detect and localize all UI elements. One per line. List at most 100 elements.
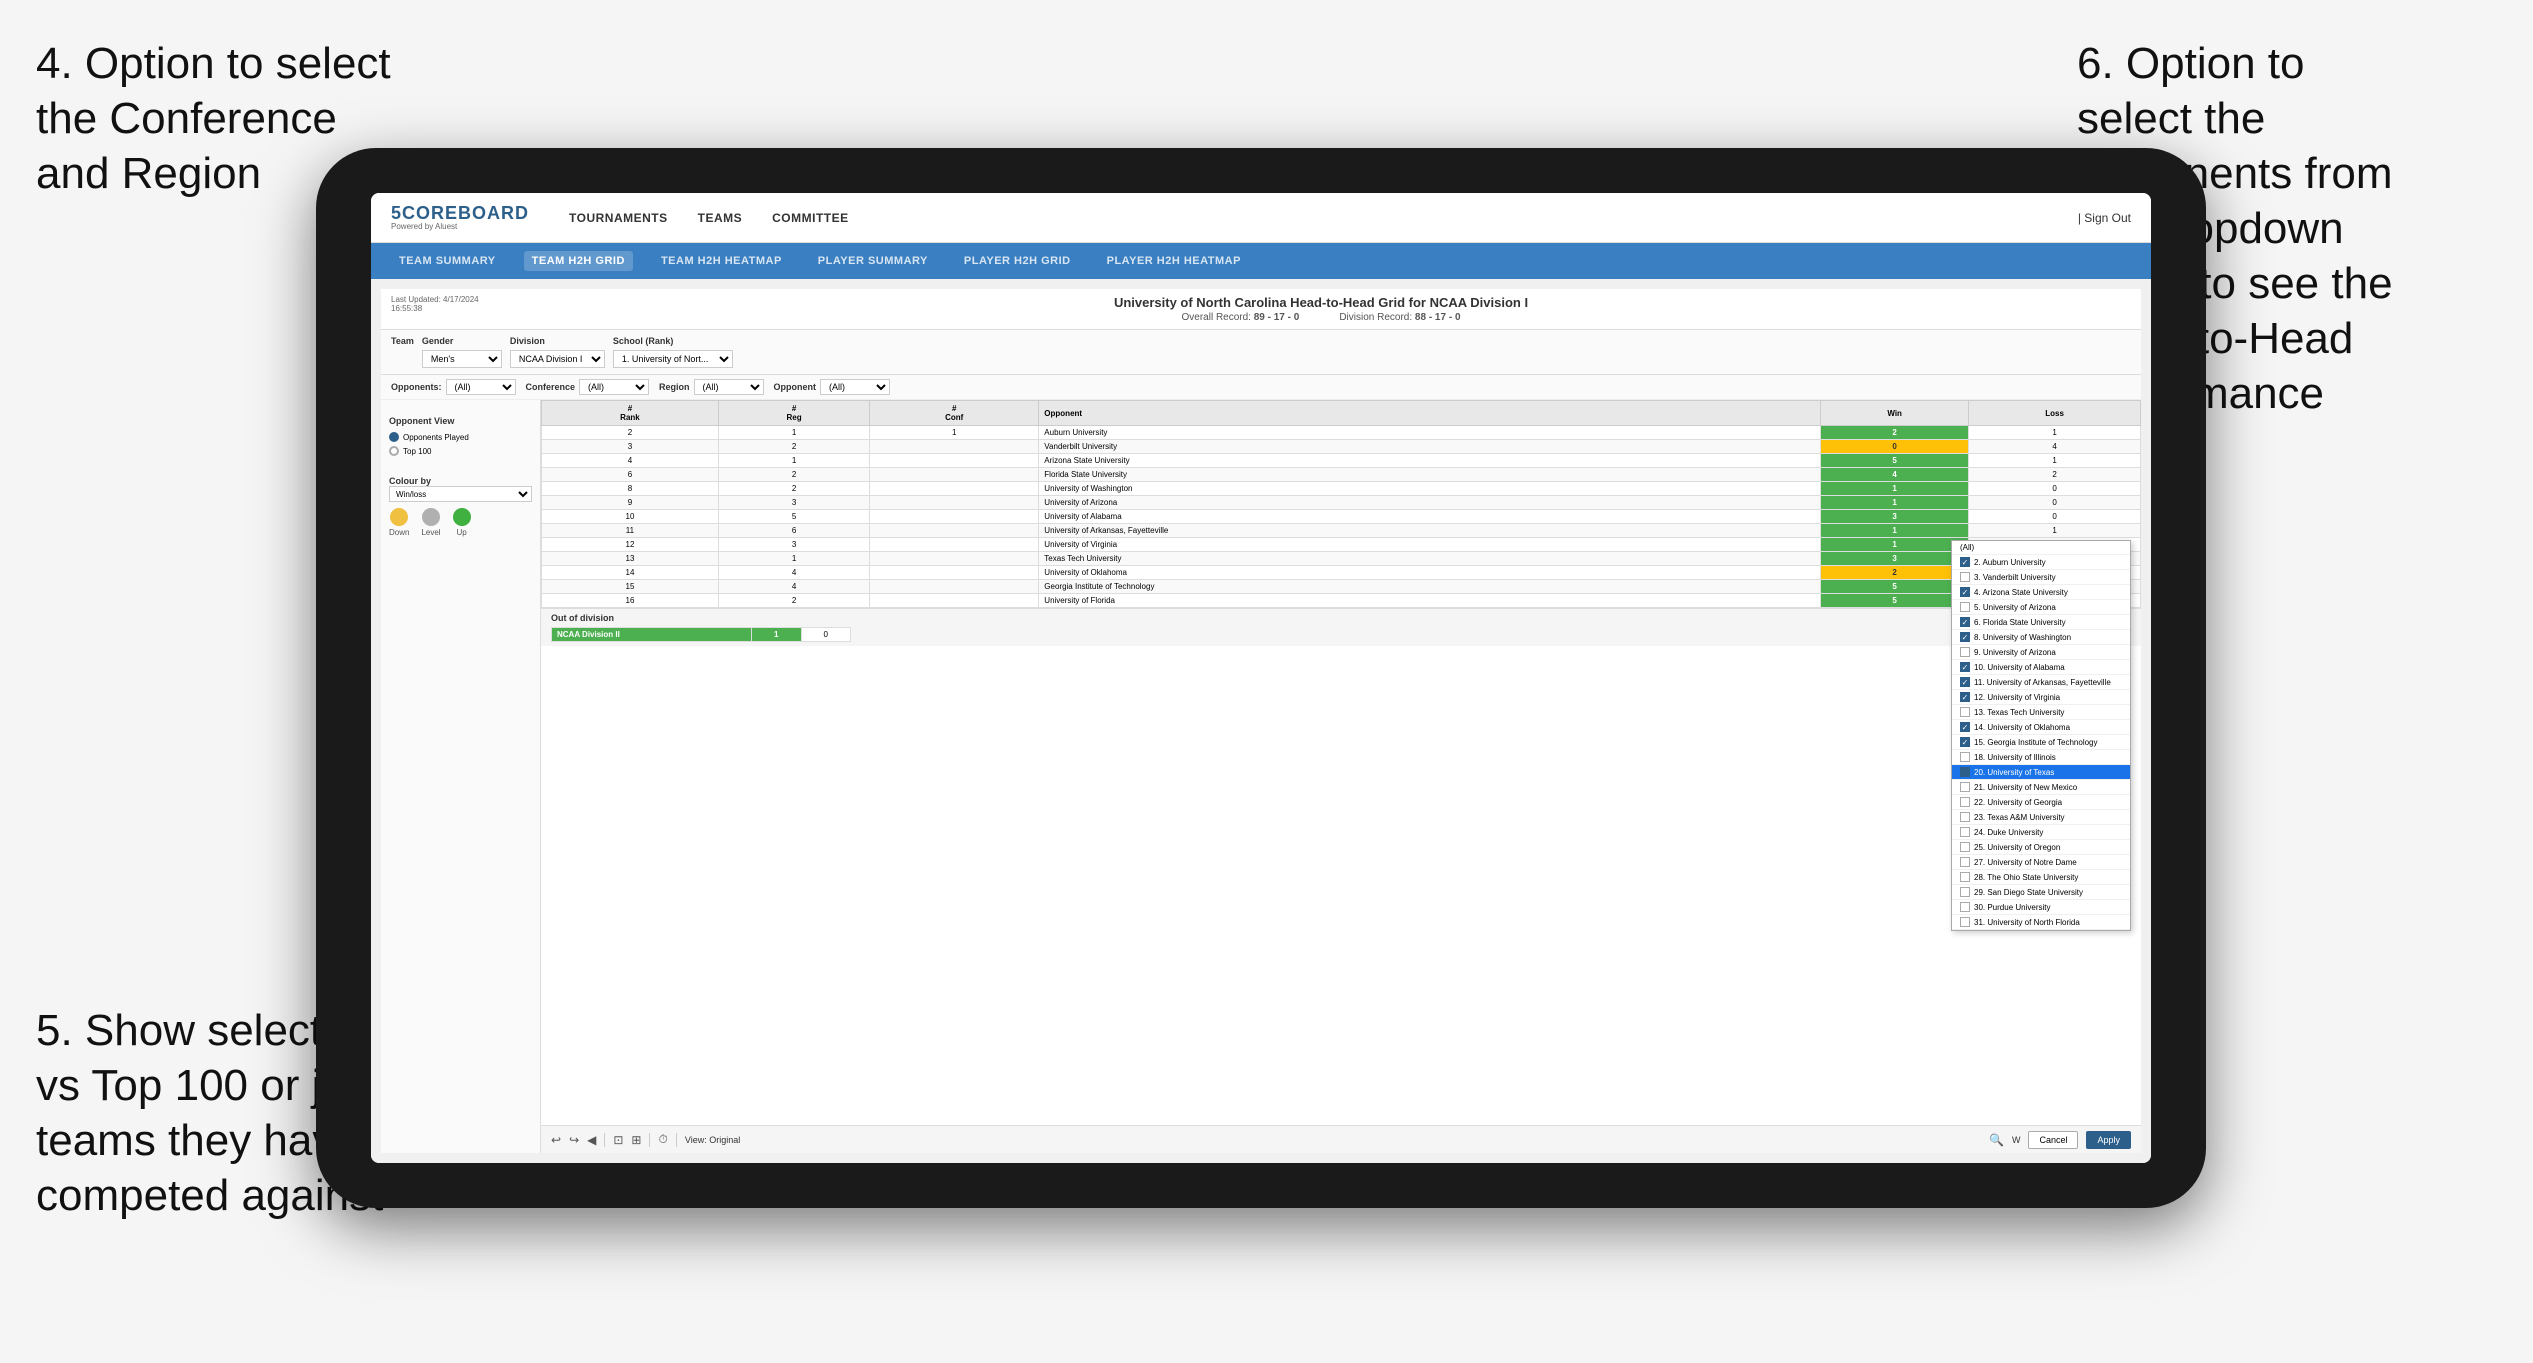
dropdown-item[interactable]: 9. University of Arizona [1952,645,2130,660]
cancel-button[interactable]: Cancel [2028,1131,2078,1149]
subnav-player-h2h-grid[interactable]: PLAYER H2H GRID [956,251,1079,271]
dropdown-item[interactable]: 29. San Diego State University [1952,885,2130,900]
dropdown-item[interactable]: 23. Texas A&M University [1952,810,2130,825]
cell-win: 1 [1821,496,1969,510]
dropdown-item[interactable]: ✓ 6. Florida State University [1952,615,2130,630]
region-select[interactable]: (All) [694,379,764,395]
dropdown-item-label: 6. Florida State University [1974,618,2066,627]
dropdown-item[interactable]: 28. The Ohio State University [1952,870,2130,885]
subnav-team-h2h-heatmap[interactable]: TEAM H2H HEATMAP [653,251,790,271]
cell-reg: 1 [718,454,869,468]
ood-table: NCAA Division II 1 0 [551,627,851,642]
col-win: Win [1821,401,1969,426]
dropdown-item[interactable]: ✓8. University of Washington [1952,630,2130,645]
report-records: Overall Record: 89 - 17 - 0 Division Rec… [511,312,2131,323]
cell-opponent: University of Alabama [1039,510,1821,524]
dropdown-item-label: 11. University of Arkansas, Fayetteville [1974,678,2111,687]
colour-by-select[interactable]: Win/loss [389,486,532,502]
opponent-select[interactable]: (All) [820,379,890,395]
dropdown-item[interactable]: 22. University of Georgia [1952,795,2130,810]
cell-opponent: Florida State University [1039,468,1821,482]
cell-rank: 6 [542,468,719,482]
checkbox-icon [1960,602,1970,612]
checkbox-icon: ✓ [1960,617,1970,627]
opponent-dropdown[interactable]: (All)✓2. Auburn University3. Vanderbilt … [1951,540,2131,931]
cell-reg: 4 [718,580,869,594]
dropdown-item[interactable]: 13. Texas Tech University [1952,705,2130,720]
cell-opponent: University of Florida [1039,594,1821,608]
table-row: 8 2 University of Washington 1 0 [542,482,2141,496]
checkbox-icon: ✓ [1960,677,1970,687]
nav-bar: 5COREBOARD Powered by Aluest TOURNAMENTS… [371,193,2151,243]
dropdown-item[interactable]: 30. Purdue University [1952,900,2130,915]
undo-icon[interactable]: ↩ [551,1133,561,1147]
radio-top100[interactable]: Top 100 [389,446,532,456]
data-table: #Rank #Reg #Conf Opponent Win Loss [541,400,2141,608]
dropdown-item[interactable]: 3. Vanderbilt University [1952,570,2130,585]
dropdown-item[interactable]: 27. University of Notre Dame [1952,855,2130,870]
nav-links: TOURNAMENTS TEAMS COMMITTEE [569,207,849,229]
apply-button[interactable]: Apply [2086,1131,2131,1149]
radio-opponents-played[interactable]: Opponents Played [389,432,532,442]
dropdown-item[interactable]: ✓12. University of Virginia [1952,690,2130,705]
cell-reg: 3 [718,496,869,510]
conference-select[interactable]: (All) [579,379,649,395]
checkbox-icon [1960,797,1970,807]
copy-icon[interactable]: ⊡ [613,1133,623,1147]
division-select[interactable]: NCAA Division I [510,350,605,368]
opponents-select[interactable]: (All) [446,379,516,395]
main-content: Last Updated: 4/17/2024 16:55:38 Univers… [371,279,2151,1163]
dropdown-item[interactable]: 24. Duke University [1952,825,2130,840]
dropdown-item-label: 28. The Ohio State University [1974,873,2078,882]
checkbox-icon [1960,827,1970,837]
subnav-player-summary[interactable]: PLAYER SUMMARY [810,251,936,271]
logo: 5COREBOARD Powered by Aluest [391,204,529,231]
nav-tournaments[interactable]: TOURNAMENTS [569,207,668,229]
school-select[interactable]: 1. University of Nort... [613,350,733,368]
clock-icon[interactable]: ⏱ [658,1132,667,1147]
dropdown-item-label: 31. University of North Florida [1974,918,2080,927]
back-icon[interactable]: ◀ [587,1133,596,1147]
subnav-team-summary[interactable]: TEAM SUMMARY [391,251,504,271]
checkbox-icon [1960,917,1970,927]
dropdown-item[interactable]: ✓14. University of Oklahoma [1952,720,2130,735]
cell-reg: 2 [718,594,869,608]
nav-committee[interactable]: COMMITTEE [772,207,849,229]
table-row: 3 2 Vanderbilt University 0 4 [542,440,2141,454]
nav-teams[interactable]: TEAMS [698,207,743,229]
dropdown-item[interactable]: 5. University of Arizona [1952,600,2130,615]
radio-dot-top100 [389,446,399,456]
dropdown-item-label: 15. Georgia Institute of Technology [1974,738,2098,747]
panel-team: Team [391,336,414,368]
dropdown-item[interactable]: ✓2. Auburn University [1952,555,2130,570]
dropdown-item-label: 20. University of Texas [1974,768,2054,777]
dropdown-item[interactable]: 20. University of Texas [1952,765,2130,780]
cell-opponent: University of Arkansas, Fayetteville [1039,524,1821,538]
dropdown-item[interactable]: (All) [1952,541,2130,555]
nav-signout[interactable]: | Sign Out [2078,211,2131,225]
subnav-player-h2h-heatmap[interactable]: PLAYER H2H HEATMAP [1099,251,1249,271]
dropdown-item[interactable]: ✓ 11. University of Arkansas, Fayettevill… [1952,675,2130,690]
subnav-team-h2h-grid[interactable]: TEAM H2H GRID [524,251,633,271]
dropdown-item[interactable]: 25. University of Oregon [1952,840,2130,855]
redo-icon[interactable]: ↪ [569,1133,579,1147]
gender-select[interactable]: Men's [422,350,502,368]
dropdown-item-label: 5. University of Arizona [1974,603,2056,612]
dropdown-item[interactable]: ✓4. Arizona State University [1952,585,2130,600]
dropdown-item[interactable]: 21. University of New Mexico [1952,780,2130,795]
table-row: 13 1 Texas Tech University 3 0 [542,552,2141,566]
checkbox-icon: ✓ [1960,722,1970,732]
layout-icon[interactable]: ⊞ [631,1133,641,1147]
table-row: 6 2 Florida State University 4 2 [542,468,2141,482]
cell-reg: 6 [718,524,869,538]
cell-win: 0 [1821,440,1969,454]
dropdown-item-label: 21. University of New Mexico [1974,783,2077,792]
dropdown-item[interactable]: ✓10. University of Alabama [1952,660,2130,675]
dropdown-item[interactable]: 18. University of Illinois [1952,750,2130,765]
dropdown-item[interactable]: ✓15. Georgia Institute of Technology [1952,735,2130,750]
dropdown-item[interactable]: 31. University of North Florida [1952,915,2130,930]
table-row: 14 4 University of Oklahoma 2 2 [542,566,2141,580]
ood-row: NCAA Division II 1 0 [552,628,851,642]
report-container: Last Updated: 4/17/2024 16:55:38 Univers… [381,289,2141,1153]
filter-opponents: Opponents: (All) [391,379,516,395]
